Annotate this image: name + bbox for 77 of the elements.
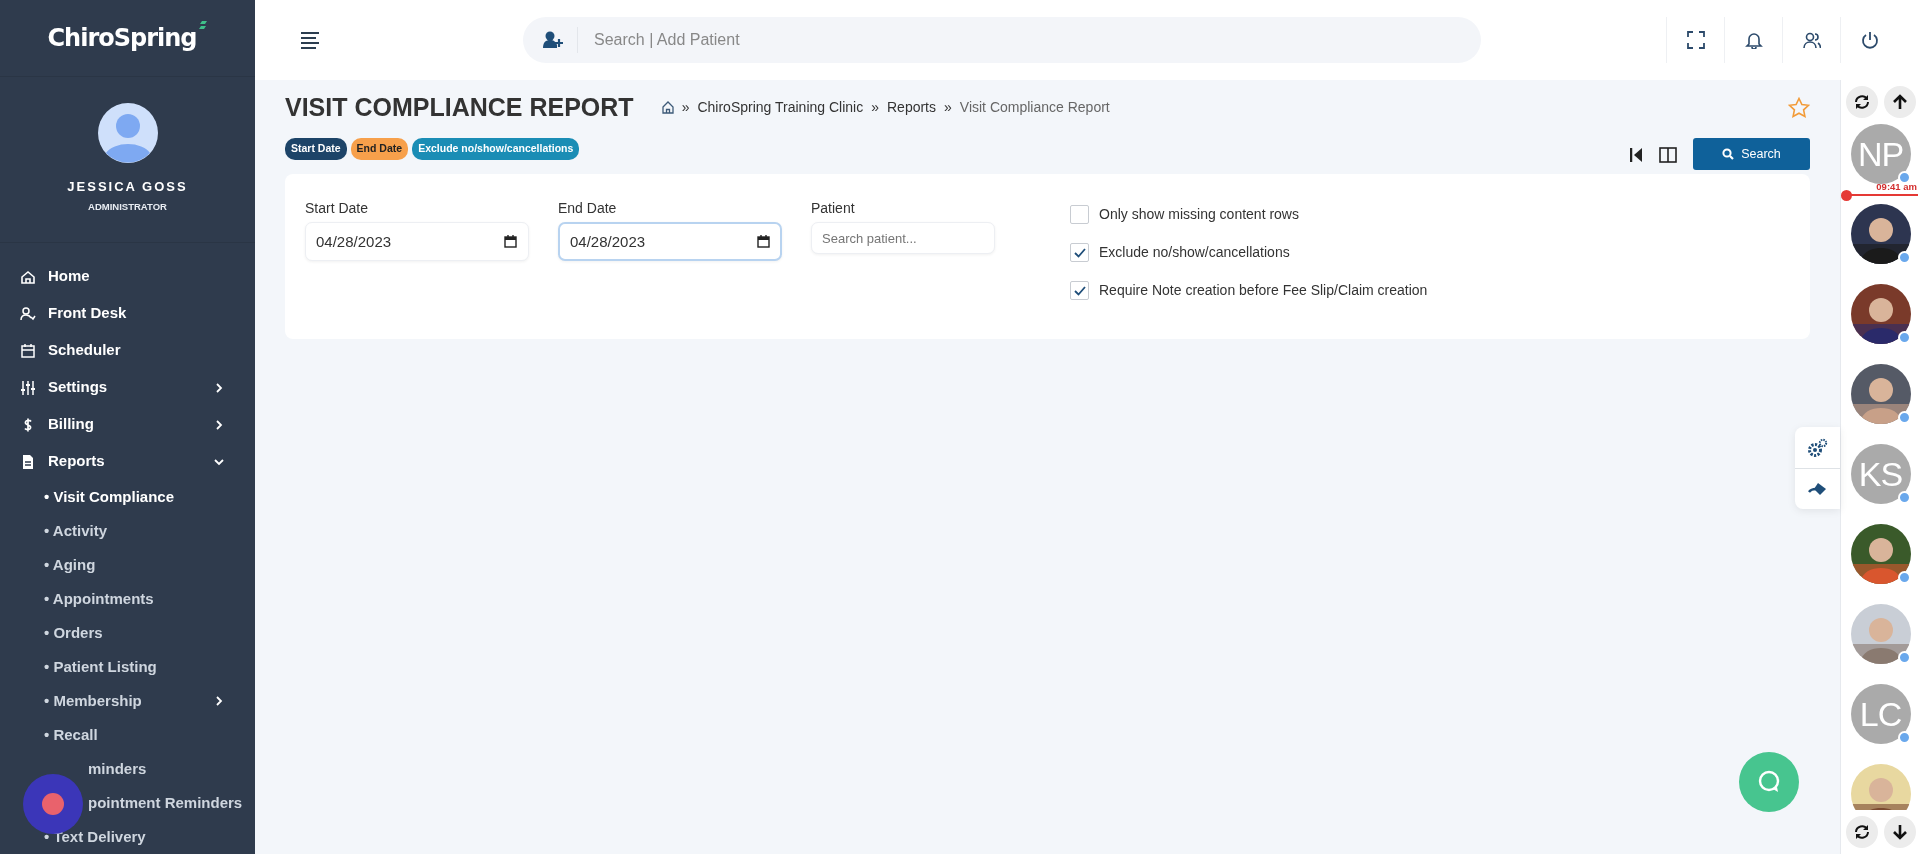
skip-back-icon <box>1630 146 1643 163</box>
submenu-item[interactable]: • Appointments <box>0 582 255 616</box>
field-label: End Date <box>558 199 618 218</box>
filter-tag: End Date <box>350 138 409 160</box>
nav-item[interactable]: Front Desk <box>0 295 255 332</box>
breadcrumb-link[interactable]: ChiroSpring Training Clinic <box>697 96 864 118</box>
bell-icon <box>1744 31 1763 49</box>
home-icon <box>661 101 674 115</box>
checkbox[interactable] <box>1070 280 1089 300</box>
filter-tag: Exclude no/show/cancellations <box>412 138 580 160</box>
search-icon <box>1722 148 1735 160</box>
columns-icon <box>1659 146 1677 163</box>
submenu-item[interactable]: • Patient Listing <box>0 650 255 684</box>
breadcrumb-separator: » <box>944 97 952 117</box>
nav-item[interactable]: Scheduler <box>0 332 255 369</box>
breadcrumb-current: Visit Compliance Report <box>959 97 1110 117</box>
submenu-item[interactable]: • Visit Compliance <box>0 480 255 514</box>
checkmark-icon <box>1073 284 1086 296</box>
scroll-up-button[interactable] <box>1883 86 1916 118</box>
search-button[interactable]: Search <box>1693 138 1810 170</box>
fullscreen-icon <box>1686 31 1705 49</box>
calendar-icon <box>20 342 36 359</box>
date-field[interactable]: 04/28/2023 <box>558 222 782 261</box>
refresh-button[interactable] <box>1845 816 1878 848</box>
submenu-item[interactable]: • Membership <box>0 684 255 718</box>
record-button[interactable] <box>23 774 83 834</box>
nav-item[interactable]: Settings <box>0 369 255 406</box>
patient-search-field[interactable]: Search patient... <box>811 222 995 254</box>
nav-item[interactable]: Billing <box>0 406 255 443</box>
sliders-icon <box>20 379 36 396</box>
refresh-icon <box>1853 824 1870 840</box>
submenu-item[interactable]: minders <box>0 752 255 786</box>
date-field[interactable]: 04/28/2023 <box>305 222 529 261</box>
home-icon <box>20 268 36 285</box>
user-name: JESSICA GOSS <box>67 178 188 197</box>
submenu-item[interactable]: • Recall <box>0 718 255 752</box>
scroll-down-button[interactable] <box>1883 816 1916 848</box>
refresh-icon <box>1853 94 1870 110</box>
calendar-icon <box>504 235 517 248</box>
breadcrumb-link[interactable]: Reports <box>887 96 936 118</box>
breadcrumb-separator: » <box>871 97 879 117</box>
nav-item[interactable]: Reports <box>0 443 255 480</box>
user-role: ADMINISTRATOR <box>88 199 167 214</box>
submenu-item[interactable]: pointment Reminders <box>0 786 255 820</box>
star-icon <box>1788 97 1810 119</box>
submenu-item[interactable]: • Aging <box>0 548 255 582</box>
calendar-icon <box>757 235 770 248</box>
checkbox[interactable] <box>1070 242 1089 262</box>
power-icon <box>1860 31 1879 49</box>
logo[interactable]: ChiroSpring <box>47 20 208 57</box>
submenu-item[interactable]: • Orders <box>0 616 255 650</box>
field-label: Start Date <box>305 199 370 218</box>
submenu-item[interactable]: • Activity <box>0 514 255 548</box>
page-title: VISIT COMPLIANCE REPORT <box>285 92 634 122</box>
person-icon <box>20 305 36 322</box>
option-label: Require Note creation before Fee Slip/Claim creation <box>1099 280 1428 300</box>
checkbox[interactable] <box>1070 204 1089 224</box>
option-label: Exclude no/show/cancellations <box>1099 242 1290 262</box>
paint-bucket-icon <box>1808 481 1827 497</box>
chat-icon <box>1757 770 1781 794</box>
users-icon <box>1802 31 1821 49</box>
breadcrumb-separator: » <box>681 97 690 117</box>
option-label: Only show missing content rows <box>1099 204 1299 224</box>
menu-icon <box>301 32 319 50</box>
search-field[interactable]: Search | Add Patient <box>523 17 1481 63</box>
avatar-icon <box>97 103 158 164</box>
refresh-button[interactable] <box>1845 86 1878 118</box>
filter-tag: Start Date <box>285 138 347 160</box>
document-icon <box>20 453 36 470</box>
nav-item[interactable]: Home <box>0 258 255 295</box>
arrow-up-icon <box>1891 94 1908 110</box>
checkmark-icon <box>1073 246 1086 258</box>
search-input[interactable]: Search | Add Patient <box>577 27 1481 53</box>
add-user-icon <box>543 31 563 49</box>
arrow-down-icon <box>1891 824 1908 840</box>
field-label: Patient <box>811 199 856 218</box>
gears-icon <box>1807 438 1828 457</box>
